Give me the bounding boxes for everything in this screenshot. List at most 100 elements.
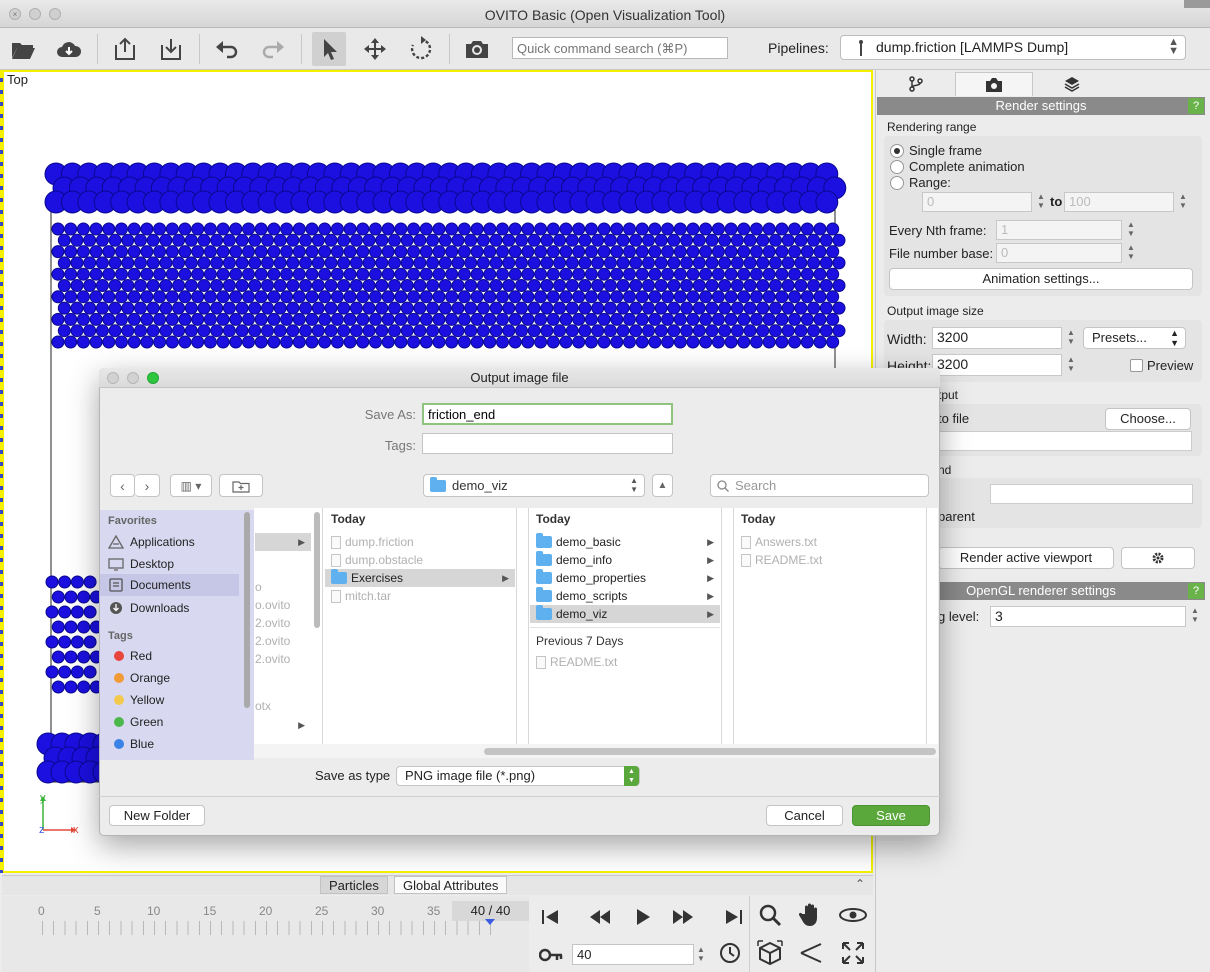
sidebar-item-applications[interactable]: Applications: [108, 533, 195, 551]
goto-end-button[interactable]: [717, 902, 751, 932]
single-frame-radio[interactable]: Single frame: [890, 143, 982, 158]
folder-item-demo-viz[interactable]: demo_viz ▶: [530, 605, 720, 623]
time-slider-handle[interactable]: 40 / 40: [452, 901, 529, 921]
auto-key-button[interactable]: [534, 940, 568, 970]
file-item[interactable]: o.ovito: [255, 596, 290, 614]
choose-button[interactable]: Choose...: [1105, 408, 1191, 430]
column-scrollbar[interactable]: [314, 512, 320, 628]
render-active-viewport-button[interactable]: Render active viewport: [938, 547, 1114, 569]
viewport-caption[interactable]: Top: [7, 72, 28, 87]
selection-mode-button[interactable]: [312, 32, 346, 66]
rotate-mode-button[interactable]: [404, 32, 438, 66]
sidebar-tag-orange[interactable]: Orange: [108, 670, 170, 686]
back-button[interactable]: ‹: [110, 474, 135, 497]
load-remote-button[interactable]: [52, 32, 86, 66]
render-button[interactable]: [460, 32, 494, 66]
dialog-zoom-button[interactable]: [147, 372, 159, 384]
play-button[interactable]: [626, 902, 660, 932]
tab-render[interactable]: [955, 72, 1033, 96]
presets-button[interactable]: Presets... ▲ ▼: [1083, 327, 1186, 349]
maximize-viewport-button[interactable]: [836, 938, 870, 968]
search-field[interactable]: Search: [710, 474, 929, 497]
sidebar-tag-red[interactable]: Red: [108, 648, 152, 664]
tab-particles[interactable]: Particles: [320, 876, 388, 894]
file-item-readme[interactable]: README.txt: [536, 653, 720, 671]
import-button[interactable]: [154, 32, 188, 66]
dialog-minimize-button[interactable]: [127, 372, 139, 384]
help-button[interactable]: ?: [1188, 583, 1204, 599]
pipeline-select[interactable]: dump.friction [LAMMPS Dump] ▲ ▼: [840, 35, 1186, 60]
antialiasing-level-field[interactable]: 3: [990, 606, 1186, 627]
help-button[interactable]: ?: [1188, 98, 1204, 114]
sidebar-item-downloads[interactable]: Downloads: [108, 599, 189, 617]
file-item[interactable]: o: [255, 578, 262, 596]
animation-settings-clock-button[interactable]: [713, 938, 747, 968]
file-item[interactable]: 2.ovito: [255, 632, 290, 650]
preview-checkbox[interactable]: [1130, 359, 1143, 372]
forward-button[interactable]: ›: [135, 474, 160, 497]
antialiasing-level-stepper[interactable]: ▲ ▼: [1188, 606, 1202, 626]
column0-item[interactable]: ▶: [255, 716, 311, 734]
sidebar-tag-green[interactable]: Green: [108, 714, 163, 730]
column0-selected-item[interactable]: ▶: [255, 533, 311, 551]
fov-mode-button[interactable]: [794, 938, 828, 968]
every-nth-field[interactable]: 1: [996, 220, 1122, 240]
file-item-dump-obstacle[interactable]: dump.obstacle: [331, 551, 515, 569]
range-end-stepper[interactable]: ▲ ▼: [1176, 192, 1190, 212]
scrollbar-thumb[interactable]: [484, 748, 936, 755]
render-options-button[interactable]: [1121, 547, 1195, 569]
open-file-button[interactable]: [6, 32, 40, 66]
file-item[interactable]: 2.ovito: [255, 650, 290, 668]
previous-frame-button[interactable]: [583, 902, 617, 932]
render-settings-header[interactable]: Render settings ?: [877, 97, 1205, 115]
chevron-up-icon[interactable]: ⌃: [855, 877, 865, 891]
range-end-field[interactable]: 100: [1064, 192, 1174, 212]
file-item-dump-friction[interactable]: dump.friction: [331, 533, 515, 551]
save-as-input[interactable]: [422, 403, 673, 425]
cancel-button[interactable]: Cancel: [766, 805, 843, 826]
collapse-browser-button[interactable]: ▲: [652, 474, 673, 497]
folder-item-demo-scripts[interactable]: demo_scripts ▶: [536, 587, 720, 605]
background-color-swatch[interactable]: [990, 484, 1193, 504]
sidebar-scrollbar[interactable]: [244, 512, 250, 708]
every-nth-stepper[interactable]: ▲ ▼: [1124, 220, 1138, 240]
file-item-mitch-tar[interactable]: mitch.tar: [331, 587, 515, 605]
complete-animation-radio[interactable]: Complete animation: [890, 159, 1025, 174]
sidebar-item-documents[interactable]: Documents: [100, 574, 239, 596]
file-number-base-stepper[interactable]: ▲ ▼: [1124, 243, 1138, 263]
move-mode-button[interactable]: [358, 32, 392, 66]
animation-settings-button[interactable]: Animation settings...: [889, 268, 1193, 290]
file-item-answers[interactable]: Answers.txt: [741, 533, 925, 551]
dialog-close-button[interactable]: [107, 372, 119, 384]
goto-start-button[interactable]: [533, 902, 567, 932]
sidebar-item-desktop[interactable]: Desktop: [108, 555, 174, 573]
file-item-readme[interactable]: README.txt: [741, 551, 925, 569]
redo-button[interactable]: [256, 32, 290, 66]
output-filename-field[interactable]: [938, 431, 1192, 451]
sidebar-tag-blue[interactable]: Blue: [108, 736, 154, 752]
location-select[interactable]: demo_viz ▲ ▼: [423, 474, 645, 497]
browser-horizontal-scrollbar[interactable]: [254, 744, 938, 758]
file-item[interactable]: 2.ovito: [255, 614, 290, 632]
tab-pipeline[interactable]: [877, 72, 955, 96]
range-start-stepper[interactable]: ▲ ▼: [1034, 192, 1048, 212]
undo-button[interactable]: [210, 32, 244, 66]
tab-global-attributes[interactable]: Global Attributes: [394, 876, 508, 894]
width-field[interactable]: 3200: [932, 327, 1062, 349]
width-stepper[interactable]: ▲ ▼: [1064, 328, 1078, 348]
new-folder-icon-button[interactable]: [219, 474, 263, 497]
folder-item-exercises[interactable]: Exercises ▶: [325, 569, 515, 587]
file-item[interactable]: otx: [255, 697, 271, 715]
range-start-field[interactable]: 0: [922, 192, 1032, 212]
current-frame-field[interactable]: 40: [572, 944, 694, 965]
zoom-scene-extents-button[interactable]: [753, 938, 787, 968]
folder-item-demo-properties[interactable]: demo_properties ▶: [536, 569, 720, 587]
range-radio[interactable]: Range:: [890, 175, 951, 190]
new-folder-button[interactable]: New Folder: [109, 805, 205, 826]
folder-item-demo-info[interactable]: demo_info ▶: [536, 551, 720, 569]
zoom-mode-button[interactable]: [753, 900, 787, 930]
tags-input[interactable]: [422, 433, 673, 454]
pan-mode-button[interactable]: [794, 900, 828, 930]
quick-command-search-input[interactable]: [512, 37, 728, 59]
save-button[interactable]: Save: [852, 805, 930, 826]
